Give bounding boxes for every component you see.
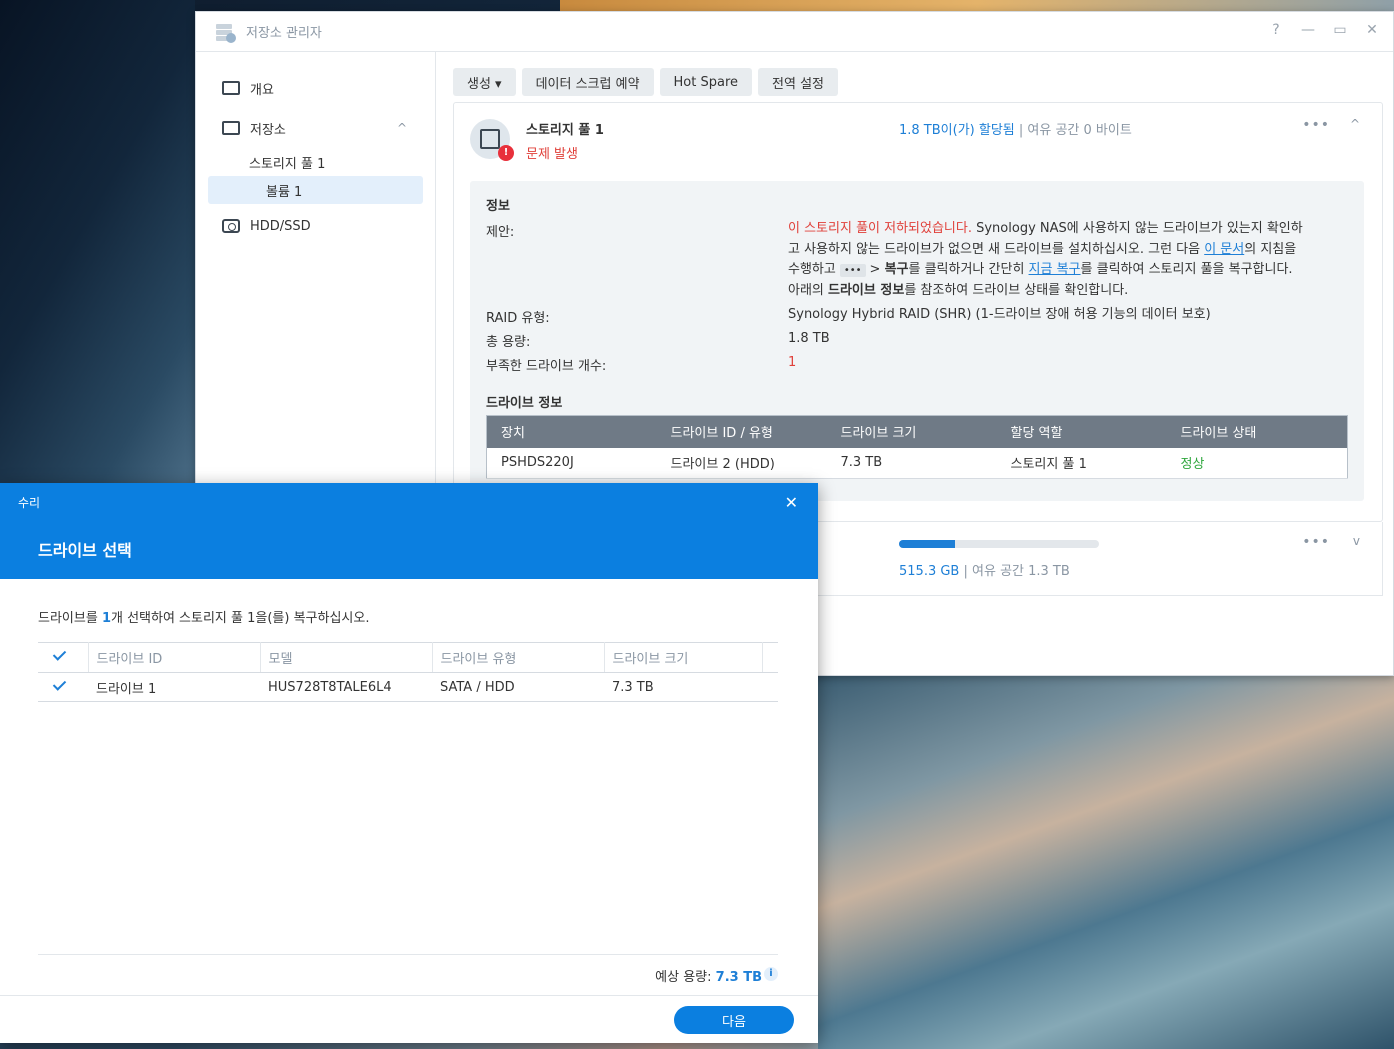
window-title: 저장소 관리자	[246, 26, 322, 41]
capacity-value: 1.8 TB	[788, 331, 830, 346]
hdd-icon	[222, 219, 240, 233]
hot-spare-button[interactable]: Hot Spare	[659, 68, 753, 96]
maximize-icon[interactable]: ▭	[1331, 22, 1349, 38]
pool-info-panel: 정보 제안: 이 스토리지 풀이 저하되었습니다. Synology NAS에 …	[470, 181, 1364, 501]
col-drive-id: 드라이브 ID / 유형	[656, 415, 827, 448]
data-scrub-schedule-button[interactable]: 데이터 스크럽 예약	[521, 68, 654, 96]
sidebar-item-storage-pool-1[interactable]: 스토리지 풀 1	[196, 148, 435, 176]
col-status: 드라이브 상태	[1166, 415, 1348, 448]
repair-dialog: 수리 드라이브 선택 ✕ 드라이브를 1개 선택하여 스토리지 풀 1을(를) …	[0, 483, 818, 1043]
volume-usage-text: 515.3 GB | 여유 공간 1.3 TB	[899, 564, 1070, 579]
col-model: 모델	[260, 642, 433, 673]
storage-manager-icon	[214, 21, 236, 43]
suggest-text: 이 스토리지 풀이 저하되었습니다. Synology NAS에 사용하지 않는…	[788, 221, 1303, 298]
col-drive-size: 드라이브 크기	[604, 642, 763, 673]
desktop-wallpaper-right	[818, 676, 1394, 1049]
volume-more-options-icon[interactable]: •••	[1302, 534, 1330, 550]
create-button[interactable]: 생성 ▾	[453, 68, 516, 96]
drive-info-table: 장치 드라이브 ID / 유형 드라이브 크기 할당 역할 드라이브 상태 PS…	[486, 415, 1348, 479]
storage-pool-card: ! 스토리지 풀 1 문제 발생 1.8 TB이(가) 할당됨 | 여유 공간 …	[453, 102, 1383, 522]
sidebar-item-label: 개요	[250, 82, 274, 98]
pool-name: 스토리지 풀 1	[526, 123, 604, 138]
help-icon[interactable]: ?	[1267, 22, 1285, 38]
divider	[38, 954, 778, 955]
chevron-up-icon[interactable]: ^	[397, 121, 407, 135]
error-badge-icon: !	[498, 145, 514, 161]
pool-allocation: 1.8 TB이(가) 할당됨 | 여유 공간 0 바이트	[899, 123, 1132, 138]
dialog-header: 수리 드라이브 선택 ✕	[0, 483, 818, 579]
volume-usage-bar	[899, 540, 1099, 548]
toolbar: 생성 ▾ 데이터 스크럽 예약 Hot Spare 전역 설정	[437, 52, 1393, 96]
global-settings-button[interactable]: 전역 설정	[758, 68, 839, 96]
col-drive-size: 드라이브 크기	[826, 415, 997, 448]
drive-select-table: 드라이브 ID 모델 드라이브 유형 드라이브 크기 드라이브 1 HUS728…	[38, 642, 778, 702]
suggest-label: 제안:	[486, 225, 515, 240]
sidebar-item-volume-1[interactable]: 볼륨 1	[208, 176, 423, 204]
sidebar-item-label: 저장소	[250, 122, 286, 138]
close-icon[interactable]: ✕	[1363, 22, 1381, 38]
raid-label: RAID 유형:	[486, 311, 550, 326]
dialog-message: 드라이브를 1개 선택하여 스토리지 풀 1을(를) 복구하십시오.	[38, 611, 370, 626]
table-row[interactable]: PSHDS220J 드라이브 2 (HDD) 7.3 TB 스토리지 풀 1 정…	[486, 447, 1348, 479]
dialog-small-title: 수리	[18, 496, 41, 510]
sidebar-item-storage[interactable]: 저장소 ^	[196, 108, 435, 148]
checkbox-checked-icon	[52, 648, 67, 663]
more-icon: •••	[839, 264, 866, 277]
sidebar-item-overview[interactable]: 개요	[196, 68, 435, 108]
desktop-wallpaper-left	[0, 0, 195, 484]
dialog-title: 드라이브 선택	[38, 541, 132, 560]
col-role: 할당 역할	[996, 415, 1167, 448]
storage-pool-icon: !	[470, 119, 514, 161]
storage-icon	[222, 121, 240, 135]
sidebar-item-label: HDD/SSD	[250, 218, 311, 234]
capacity-label: 총 용량:	[486, 335, 531, 350]
dialog-footer: 다음	[0, 995, 818, 1043]
this-document-link[interactable]: 이 문서	[1204, 242, 1244, 257]
select-all-checkbox[interactable]	[38, 642, 89, 673]
col-drive-id: 드라이브 ID	[88, 642, 261, 673]
dialog-close-icon[interactable]: ✕	[785, 493, 798, 512]
table-row[interactable]: 드라이브 1 HUS728T8TALE6L4 SATA / HDD 7.3 TB	[38, 672, 778, 702]
drive-info-heading: 드라이브 정보	[486, 396, 563, 411]
checkbox-checked-icon	[52, 678, 67, 693]
sidebar-item-hdd-ssd[interactable]: HDD/SSD	[196, 206, 435, 246]
estimated-capacity: 예상 용량: 7.3 TB	[655, 970, 762, 985]
repair-now-link[interactable]: 지금 복구	[1029, 262, 1081, 277]
next-button[interactable]: 다음	[674, 1006, 794, 1034]
raid-value: Synology Hybrid RAID (SHR) (1-드라이브 장애 허용…	[788, 307, 1211, 322]
minimize-icon[interactable]: —	[1299, 22, 1317, 38]
col-drive-type: 드라이브 유형	[432, 642, 605, 673]
info-heading: 정보	[486, 199, 510, 214]
expand-chevron-icon[interactable]: v	[1353, 534, 1360, 548]
more-options-icon[interactable]: •••	[1302, 117, 1330, 133]
collapse-chevron-icon[interactable]: ^	[1350, 117, 1360, 131]
row-checkbox[interactable]	[38, 672, 88, 702]
missing-drives-value: 1	[788, 355, 797, 370]
pool-status: 문제 발생	[526, 147, 578, 162]
info-icon[interactable]: i	[764, 967, 778, 981]
missing-drives-label: 부족한 드라이브 개수:	[486, 359, 607, 374]
title-bar: 저장소 관리자 ? — ▭ ✕	[196, 12, 1393, 52]
col-device: 장치	[486, 415, 657, 448]
overview-icon	[222, 81, 240, 95]
